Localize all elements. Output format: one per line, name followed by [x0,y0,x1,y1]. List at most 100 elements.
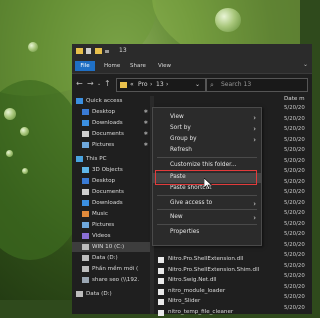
recent-locations-chevron-icon[interactable]: ⌄ [97,79,101,89]
file-icon [158,309,164,316]
pc-icon [76,156,83,162]
title-bar: 13 [72,44,312,59]
forward-arrow-icon[interactable]: → [87,79,94,89]
date-modified-cell: 5/20/20 [284,126,305,132]
sidebar-item-label: Desktop [92,178,116,184]
sidebar-item-label: Data (D:) [92,255,118,261]
sidebar-item-label: Documents [92,189,124,195]
menu-item-sort-by[interactable]: Sort by › [153,124,261,134]
menu-item-label: Customize this folder... [170,162,237,168]
menu-separator [157,157,257,158]
file-row[interactable]: Nitro.Swig.Net.dll [156,276,281,286]
new-folder-icon[interactable] [95,48,102,54]
sidebar-item-label: WIN 10 (C:) [92,244,125,250]
sidebar-item-label: Downloads [92,120,123,126]
sidebar-item[interactable]: Videos [72,231,150,241]
menu-item-properties[interactable]: Properties [153,228,261,238]
address-toolbar: ← → ⌄ ↑ « Pro › 13 › ⌄ ⌕ Search 13 [72,74,312,94]
file-row[interactable]: Nitro_Slider [156,297,281,307]
date-modified-cell: 5/20/20 [284,189,305,195]
file-name: Nitro.Pro.ShellExtension.dll [168,256,244,262]
tab-home[interactable]: Home [104,61,120,71]
properties-icon[interactable] [86,48,91,54]
menu-item-refresh[interactable]: Refresh [153,146,261,156]
drive-icon [82,255,89,261]
breadcrumb-separator: › [166,81,169,88]
sidebar-item[interactable]: Desktop [72,176,150,186]
sidebar-item[interactable]: Pictures [72,220,150,230]
file-icon [158,278,164,284]
chevron-right-icon: › [253,125,256,133]
network-drive-icon [82,277,89,283]
up-arrow-icon[interactable]: ↑ [104,79,111,89]
sidebar-item-label: Pictures [92,142,115,148]
drive-icon [82,266,89,272]
sidebar-item[interactable]: share seo (\\192. [72,275,150,285]
sidebar-item[interactable]: Documents ✱ [72,129,150,139]
file-name: Nitro.Swig.Net.dll [168,277,217,283]
file-icon [158,288,164,295]
sidebar-item[interactable]: Downloads ✱ [72,118,150,128]
sidebar-item[interactable]: 3D Objects [72,165,150,175]
menu-item-view[interactable]: View › [153,113,261,123]
sidebar-item[interactable]: Data (D:) [72,253,150,263]
sidebar-item[interactable]: Phần mềm mới ( [72,264,150,274]
back-arrow-icon[interactable]: ← [76,79,83,89]
tab-view[interactable]: View [158,61,171,71]
date-modified-cell: 5/20/20 [284,304,305,311]
tab-file[interactable]: File [75,61,95,71]
breadcrumb-pro[interactable]: Pro [138,81,148,88]
date-modified-cell: 5/20/20 [284,105,305,111]
sidebar-item-label: Quick access [86,98,123,104]
date-modified-cell: 5/20/20 [284,157,305,164]
breadcrumb-13[interactable]: 13 [156,81,164,88]
quick-access-toolbar-icon[interactable] [105,50,109,53]
sidebar-item[interactable]: WIN 10 (C:) [72,242,150,252]
sidebar-item[interactable]: Data (D:) [72,289,150,299]
water-drop [28,42,38,52]
menu-item-label: Properties [170,229,200,235]
menu-item-label: Refresh [170,147,192,153]
drive-icon [82,244,89,250]
date-modified-cell: 5/20/20 [284,283,305,290]
window-title: 13 [119,47,127,54]
documents-icon [82,189,89,195]
menu-item-new[interactable]: New › [153,213,261,223]
sidebar-item[interactable]: This PC [72,154,150,164]
sidebar-item-label: 3D Objects [92,167,123,173]
sidebar-item[interactable]: Documents [72,187,150,197]
menu-item-give-access-to[interactable]: Give access to › [153,199,261,209]
address-dropdown-icon[interactable]: ⌄ [195,81,200,88]
column-header-date-modified[interactable]: Date m [284,96,305,102]
date-modified-cell: 5/20/20 [284,178,305,185]
sidebar-item-label: Downloads [92,200,123,206]
chevron-right-icon: › [253,136,256,144]
breadcrumb-overflow[interactable]: « [130,81,134,88]
file-row[interactable]: Nitro.Pro.ShellExtension.Shim.dll [156,266,281,276]
cube-icon [82,167,89,173]
file-row[interactable]: nitro_module_loader [156,287,281,297]
sidebar-item[interactable]: Quick access [72,96,150,106]
chevron-right-icon: › [253,200,256,208]
date-modified-cell: 5/20/20 [284,210,305,216]
water-drop [22,168,28,174]
pictures-icon [82,222,89,228]
sidebar-item[interactable]: Pictures ✱ [72,140,150,150]
menu-item-group-by[interactable]: Group by › [153,135,261,145]
date-modified-cell: 5/20/20 [284,231,305,237]
chevron-down-icon[interactable]: ⌄ [303,61,308,68]
sidebar-item-label: share seo (\\192. [92,277,140,283]
file-row[interactable]: Nitro.Pro.ShellExtension.dll [156,255,281,265]
address-bar[interactable]: « Pro › 13 › ⌄ [116,78,206,92]
date-modified-cell: 5/20/20 [284,252,305,258]
videos-icon [82,233,89,239]
downloads-icon [82,120,89,126]
sidebar-item[interactable]: Desktop ✱ [72,107,150,117]
sidebar-item-label: This PC [86,156,107,162]
search-box[interactable]: ⌕ Search 13 [206,78,308,92]
sidebar-item[interactable]: Downloads [72,198,150,208]
file-row[interactable]: nitro_temp_file_cleaner [156,308,281,318]
mouse-cursor-icon [204,178,212,190]
sidebar-item[interactable]: Music [72,209,150,219]
tab-share[interactable]: Share [130,61,146,71]
